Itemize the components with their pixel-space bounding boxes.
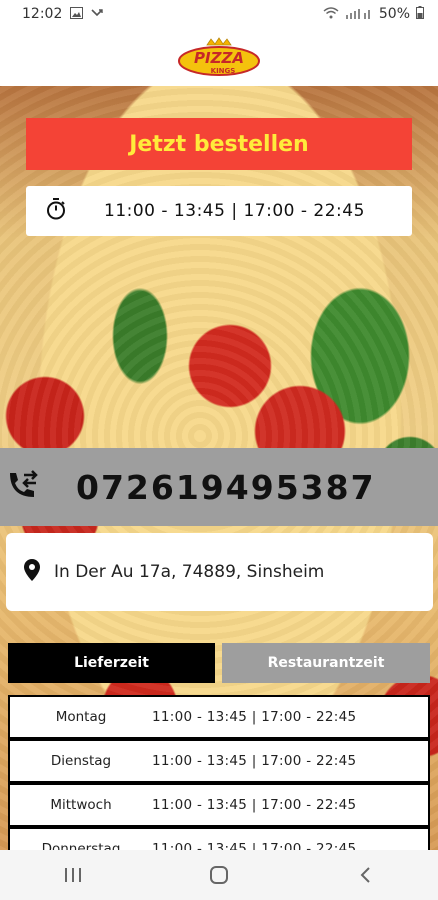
schedule-row: Mittwoch 11:00 - 13:45 | 17:00 - 22:45 (10, 785, 428, 825)
schedule-day: Dienstag (50, 753, 112, 769)
logo-text-top: PIZZA (194, 49, 244, 67)
schedule-time: 11:00 - 13:45 | 17:00 - 22:45 (152, 709, 357, 725)
system-navigation-bar (0, 850, 438, 900)
address-card[interactable]: In Der Au 17a, 74889, Sinsheim (6, 533, 433, 611)
gallery-notification-icon (70, 6, 84, 22)
tab-delivery-time[interactable]: Lieferzeit (8, 643, 215, 683)
logo-text-bottom: KINGS (211, 67, 236, 75)
battery-level: 50% (378, 6, 410, 22)
order-now-button[interactable]: Jetzt bestellen (26, 118, 412, 170)
schedule-day: Mittwoch (50, 797, 112, 813)
location-pin-icon (24, 558, 40, 586)
schedule-day: Montag (55, 709, 107, 725)
recent-apps-icon (65, 868, 81, 882)
opening-hours-card: 11:00 - 13:45 | 17:00 - 22:45 (26, 186, 412, 236)
timer-icon (46, 197, 66, 225)
schedule-table: Montag 11:00 - 13:45 | 17:00 - 22:45 Die… (8, 695, 430, 875)
schedule-row: Dienstag 11:00 - 13:45 | 17:00 - 22:45 (10, 741, 428, 781)
schedule-time: 11:00 - 13:45 | 17:00 - 22:45 (152, 797, 357, 813)
signal-icon (345, 7, 373, 22)
back-icon (360, 867, 370, 883)
home-icon (210, 866, 228, 884)
address-text: In Der Au 17a, 74889, Sinsheim (54, 562, 325, 582)
phone-number[interactable]: 072619495387 (76, 468, 376, 507)
home-button[interactable] (199, 855, 239, 895)
recent-apps-button[interactable] (53, 855, 93, 895)
phone-call-bar[interactable]: 072619495387 (0, 448, 438, 526)
missed-call-icon (91, 7, 104, 22)
app-header: PIZZA KINGS (0, 28, 438, 86)
status-bar: 12:02 50% (0, 0, 438, 28)
status-time: 12:02 (22, 6, 63, 22)
battery-icon (416, 6, 424, 22)
phone-forward-icon (4, 467, 40, 508)
wifi-icon (323, 6, 339, 22)
tab-restaurant-time[interactable]: Restaurantzeit (222, 643, 430, 683)
back-button[interactable] (345, 855, 385, 895)
opening-hours-text: 11:00 - 13:45 | 17:00 - 22:45 (104, 201, 365, 221)
schedule-time: 11:00 - 13:45 | 17:00 - 22:45 (152, 753, 357, 769)
pizza-kings-logo: PIZZA KINGS (177, 37, 261, 77)
schedule-row: Montag 11:00 - 13:45 | 17:00 - 22:45 (10, 697, 428, 737)
